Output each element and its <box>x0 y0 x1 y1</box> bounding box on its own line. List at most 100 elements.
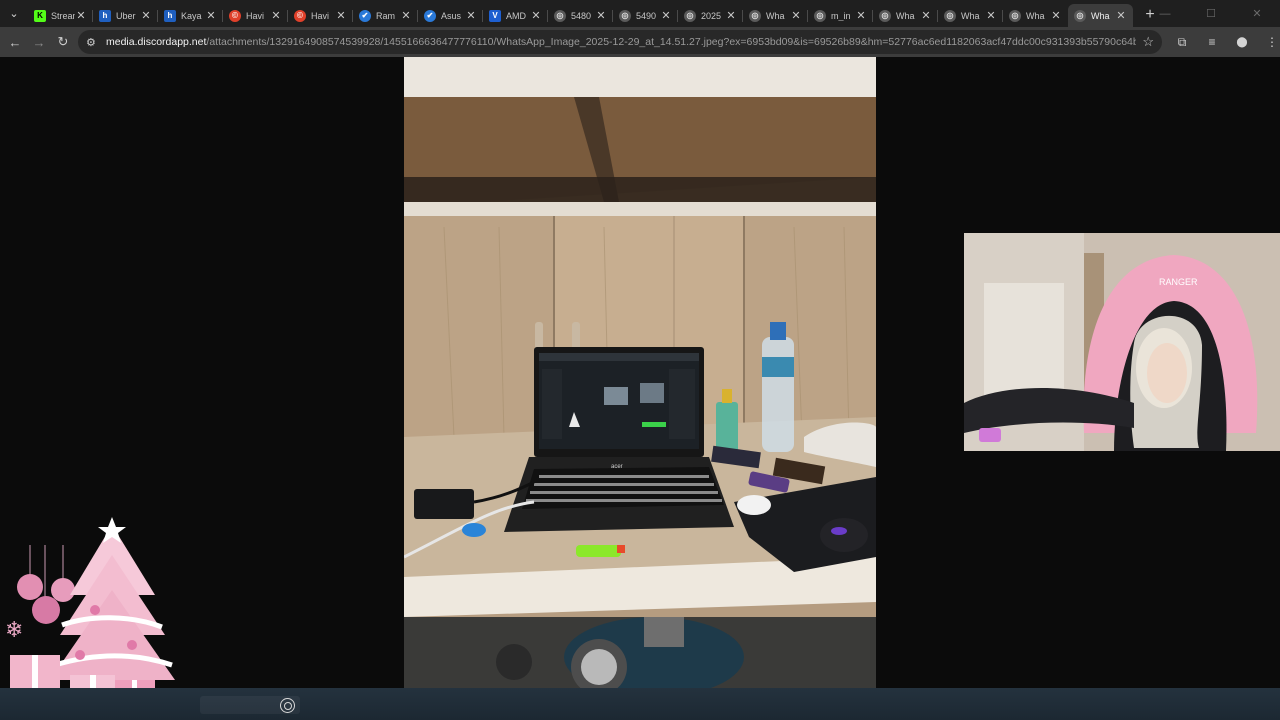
browser-toolbar: ← → ↻ ⚙ media.discordapp.net/attachments… <box>0 27 1280 57</box>
browser-tab[interactable]: K Stream✕ <box>28 4 93 27</box>
media-controls-icon[interactable]: ≡ <box>1200 30 1224 54</box>
tab-title: Havi <box>311 10 330 21</box>
tab-title: m_in <box>831 10 851 21</box>
h-icon: h <box>164 9 176 22</box>
url-host: media.discordapp.net <box>106 36 207 48</box>
browser-tab[interactable]: ◎ Wha ✕ <box>1002 4 1068 27</box>
browser-tab[interactable]: ◎ 2025 ✕ <box>677 4 743 27</box>
tab-title: Ram <box>376 10 396 21</box>
tab-close-icon[interactable]: ✕ <box>530 9 542 22</box>
tab-title: Wha <box>1026 10 1045 21</box>
browser-menu-icon[interactable]: ⋮ <box>1260 30 1280 54</box>
tab-close-icon[interactable]: ✕ <box>855 9 867 22</box>
tab-title: Wha <box>896 10 915 21</box>
red-circle-icon: © <box>294 9 306 22</box>
tab-close-icon[interactable]: ✕ <box>595 9 607 22</box>
tab-close-icon[interactable]: ✕ <box>270 9 282 22</box>
tab-title: 2025 <box>701 10 722 21</box>
browser-tab[interactable]: h Kaya ✕ <box>157 4 223 27</box>
browser-tab[interactable]: ◎ Wha ✕ <box>872 4 938 27</box>
minimize-button[interactable]: — <box>1142 8 1188 20</box>
tab-title: 5490 <box>636 10 657 21</box>
tab-title: Stream <box>51 10 75 21</box>
desk-photo-illustration: acer <box>404 57 876 688</box>
forward-button[interactable]: → <box>27 30 51 54</box>
tab-close-icon[interactable]: ✕ <box>465 9 477 22</box>
kick-icon: K <box>34 9 46 22</box>
globe-icon: ◎ <box>1074 9 1086 22</box>
url-path: /attachments/1329164908574539928/1455166… <box>206 36 1136 48</box>
tab-title: Wha <box>766 10 785 21</box>
tab-title: Uber <box>116 10 136 21</box>
globe-icon: ◎ <box>814 9 826 22</box>
bookmark-star-icon[interactable]: ☆ <box>1142 34 1154 50</box>
browser-tab-strip: ⌄ KStream✕hUber✕hKaya✕©Havi✕©Havi✕✔Ram✕✔… <box>0 0 1280 27</box>
tab-title: Asus <box>441 10 462 21</box>
tab-close-icon[interactable]: ✕ <box>400 9 412 22</box>
browser-tab[interactable]: ✔ Ram ✕ <box>352 4 418 27</box>
red-circle-icon: © <box>229 9 241 22</box>
tab-close-icon[interactable]: ✕ <box>75 9 87 22</box>
tab-close-icon[interactable]: ✕ <box>140 9 152 22</box>
browser-tab[interactable]: ✔ Asus ✕ <box>417 4 483 27</box>
check-badge-icon: ✔ <box>424 9 436 22</box>
address-bar[interactable]: ⚙ media.discordapp.net/attachments/13291… <box>78 30 1162 54</box>
globe-icon: ◎ <box>944 9 956 22</box>
browser-tab[interactable]: ◎ Wha ✕ <box>1068 4 1133 27</box>
tab-search-icon[interactable]: ⌄ <box>2 2 26 26</box>
browser-tab[interactable]: V AMD ✕ <box>482 4 548 27</box>
taskbar-search-icon[interactable] <box>280 698 295 713</box>
browser-tab[interactable]: © Havi ✕ <box>287 4 353 27</box>
laptop-brand-label: acer <box>611 464 623 470</box>
tab-title: Wha <box>1091 10 1110 21</box>
back-button[interactable]: ← <box>3 30 27 54</box>
browser-tab[interactable]: ◎ 5480 ✕ <box>547 4 613 27</box>
taskbar <box>0 688 1280 720</box>
tab-close-icon[interactable]: ✕ <box>920 9 932 22</box>
tab-close-icon[interactable]: ✕ <box>725 9 737 22</box>
reload-button[interactable]: ↻ <box>51 30 75 54</box>
tab-close-icon[interactable]: ✕ <box>1115 9 1127 22</box>
tab-title: AMD <box>506 10 526 21</box>
tab-close-icon[interactable]: ✕ <box>1050 9 1062 22</box>
globe-icon: ◎ <box>619 9 631 22</box>
globe-icon: ◎ <box>554 9 566 22</box>
svg-text:❄: ❄ <box>5 618 23 643</box>
window-controls: — ☐ ✕ <box>1142 0 1280 27</box>
browser-tab[interactable]: ◎ m_in ✕ <box>807 4 873 27</box>
browser-tab[interactable]: ◎ Wha ✕ <box>937 4 1003 27</box>
tab-title: Wha <box>961 10 980 21</box>
close-window-button[interactable]: ✕ <box>1234 7 1280 20</box>
tab-close-icon[interactable]: ✕ <box>205 9 217 22</box>
globe-icon: ◎ <box>749 9 761 22</box>
h-icon: h <box>99 9 111 22</box>
v-icon: V <box>489 9 501 22</box>
profile-avatar[interactable]: ⬤ <box>1230 30 1254 54</box>
browser-tab[interactable]: h Uber ✕ <box>92 4 158 27</box>
webcam-illustration: RANGER <box>964 233 1280 451</box>
tab-list: KStream✕hUber✕hKaya✕©Havi✕©Havi✕✔Ram✕✔As… <box>28 0 1133 27</box>
browser-tab[interactable]: © Havi ✕ <box>222 4 288 27</box>
tab-close-icon[interactable]: ✕ <box>985 9 997 22</box>
globe-icon: ◎ <box>684 9 696 22</box>
site-info-icon[interactable]: ⚙ <box>86 36 102 49</box>
tab-title: Havi <box>246 10 265 21</box>
browser-tab[interactable]: ◎ 5490 ✕ <box>612 4 678 27</box>
check-badge-icon: ✔ <box>359 9 371 22</box>
attachment-image[interactable]: acer <box>404 57 876 688</box>
browser-tab[interactable]: ◎ Wha ✕ <box>742 4 808 27</box>
tab-close-icon[interactable]: ✕ <box>335 9 347 22</box>
chair-logo-text: RANGER <box>1159 277 1198 287</box>
tab-title: Kaya <box>181 10 202 21</box>
toolbar-actions: ⧉ ≡ ⬤ ⋮ <box>1170 30 1280 54</box>
tab-close-icon[interactable]: ✕ <box>790 9 802 22</box>
url-text[interactable]: media.discordapp.net/attachments/1329164… <box>106 36 1136 48</box>
tab-close-icon[interactable]: ✕ <box>660 9 672 22</box>
tab-title: 5480 <box>571 10 592 21</box>
screen: ⌄ KStream✕hUber✕hKaya✕©Havi✕©Havi✕✔Ram✕✔… <box>0 0 1280 720</box>
globe-icon: ◎ <box>1009 9 1021 22</box>
globe-icon: ◎ <box>879 9 891 22</box>
maximize-button[interactable]: ☐ <box>1188 7 1234 20</box>
webcam-overlay: RANGER <box>964 233 1280 451</box>
extensions-icon[interactable]: ⧉ <box>1170 30 1194 54</box>
